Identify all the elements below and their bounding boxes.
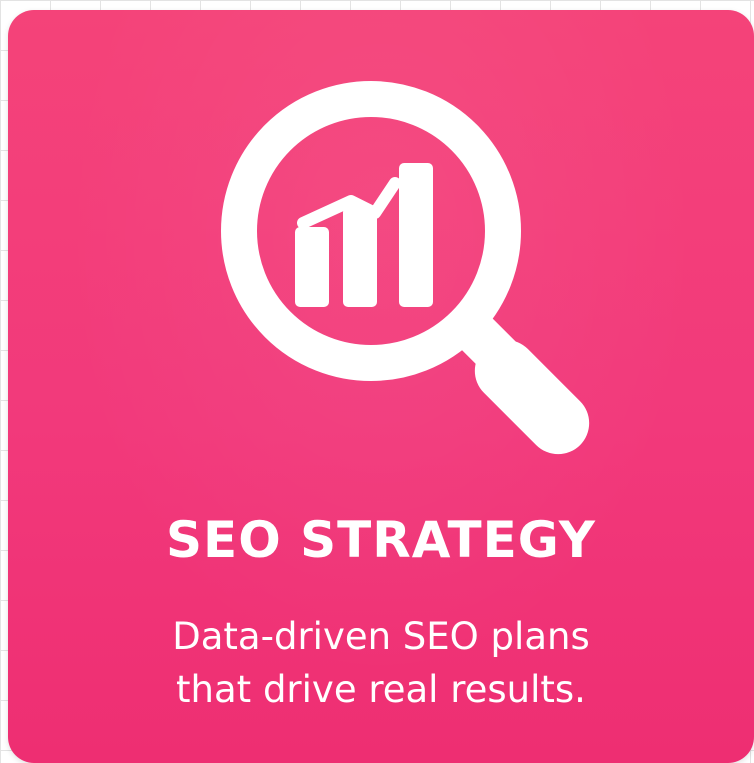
card-title: SEO STRATEGY <box>166 511 596 569</box>
bar-1 <box>295 227 329 307</box>
seo-strategy-card: SEO STRATEGY Data-driven SEO plans that … <box>8 10 754 763</box>
magnifier-chart-icon <box>221 81 590 455</box>
bar-2 <box>343 207 377 307</box>
bar-3 <box>399 163 433 307</box>
subtitle-line-2: that drive real results. <box>176 668 586 711</box>
subtitle-line-1: Data-driven SEO plans <box>172 615 590 658</box>
card-subtitle: Data-driven SEO plans that drive real re… <box>8 610 754 716</box>
